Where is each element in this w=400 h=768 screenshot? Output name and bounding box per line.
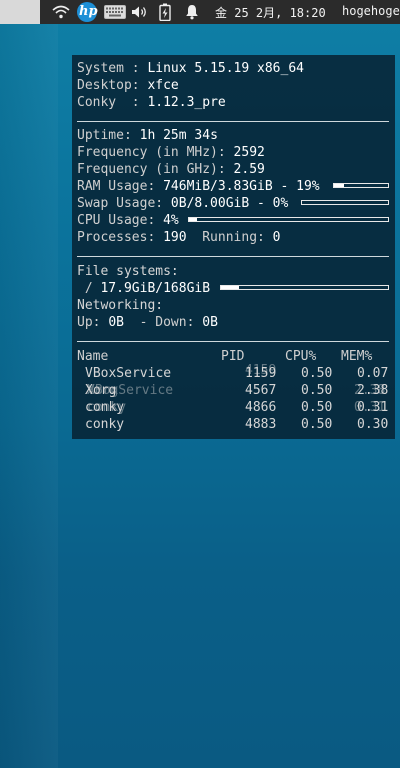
conky-version-line: Conky : 1.12.3_pre xyxy=(77,94,226,111)
battery-charging-icon[interactable] xyxy=(158,3,172,21)
freq-mhz-label: Frequency (in MHz): xyxy=(77,145,234,160)
swap-line: Swap Usage: 0B/8.00GiB - 0% xyxy=(77,195,288,212)
cpu-usage-bar xyxy=(188,217,389,222)
process-pid: 1159 xyxy=(245,366,277,381)
cpu-label: CPU Usage: xyxy=(77,213,164,228)
processes-label: Processes: xyxy=(77,230,164,245)
uptime-line: Uptime: 1h 25m 34s xyxy=(77,127,218,144)
process-mem: 0.30 xyxy=(357,417,389,432)
keyboard-icon[interactable] xyxy=(104,3,126,21)
process-cpu: 0.50 xyxy=(301,383,333,398)
uptime-label: Uptime: xyxy=(77,128,140,143)
conky-label: Conky : xyxy=(77,95,148,110)
volume-icon[interactable] xyxy=(131,3,149,21)
header-pid: PID xyxy=(221,349,245,364)
process-mem: 2.38 xyxy=(357,383,389,398)
running-value: 0 xyxy=(272,230,281,245)
freq-ghz-label: Frequency (in GHz): xyxy=(77,162,234,177)
up-label: Up: xyxy=(77,315,109,330)
notification-bell-icon[interactable] xyxy=(184,3,200,21)
freq-ghz-value: 2.59 xyxy=(233,162,265,177)
hp-logo-text: hp xyxy=(79,4,98,19)
down-value: 0B xyxy=(202,315,218,330)
ram-line: RAM Usage: 746MiB/3.83GiB - 19% xyxy=(77,178,320,195)
header-name: Name xyxy=(77,349,109,364)
cpu-value: 4% xyxy=(163,213,179,228)
process-pid: 4567 xyxy=(245,383,277,398)
desktop-line: Desktop: xfce xyxy=(77,77,179,94)
process-pid: 4883 xyxy=(245,417,277,432)
network-traffic-line: Up: 0B - Down: 0B xyxy=(77,314,218,331)
panel-left-area xyxy=(0,0,40,24)
swap-label: Swap Usage: xyxy=(77,196,171,211)
root-fs-label: / xyxy=(77,281,101,296)
processes-value: 190 xyxy=(163,230,187,245)
panel-clock[interactable]: 金 25 2月, 18:20 xyxy=(215,4,326,21)
system-line: System : Linux 5.15.19 x86_64 xyxy=(77,60,304,77)
hp-logo-icon[interactable]: hp xyxy=(76,2,98,22)
process-name: conky xyxy=(85,400,125,415)
separator-1 xyxy=(77,121,389,122)
processes-line: Processes: 190 Running: 0 xyxy=(77,229,281,246)
header-cpu: CPU% xyxy=(285,349,317,364)
filesystems-title: File systems: xyxy=(77,264,179,279)
panel-username[interactable]: hogehoge xyxy=(342,4,400,18)
running-label: Running: xyxy=(186,230,273,245)
root-fs-usage-bar xyxy=(220,285,389,290)
wifi-icon[interactable] xyxy=(52,3,70,21)
process-name: Xorg xyxy=(85,383,117,398)
root-fs-usage-bar-fill xyxy=(221,286,240,289)
freq-mhz-value: 2592 xyxy=(233,145,265,160)
separator-3 xyxy=(77,341,389,342)
desktop-value: xfce xyxy=(147,78,179,93)
separator-2 xyxy=(77,256,389,257)
ram-value: 746MiB/3.83GiB - 19% xyxy=(163,179,320,194)
root-fs-line: / 17.9GiB/168GiB xyxy=(77,280,210,297)
networking-title: Networking: xyxy=(77,298,164,313)
process-mem: 0.31 xyxy=(357,400,389,415)
process-cpu: 0.50 xyxy=(301,417,333,432)
ram-label: RAM Usage: xyxy=(77,179,164,194)
desktop-label: Desktop: xyxy=(77,78,148,93)
swap-value: 0B/8.00GiB - 0% xyxy=(170,196,289,211)
freq-ghz-line: Frequency (in GHz): 2.59 xyxy=(77,161,265,178)
process-name: conky xyxy=(85,417,125,432)
uptime-value: 1h 25m 34s xyxy=(139,128,218,143)
ram-usage-bar xyxy=(333,183,389,188)
system-value: Linux 5.15.19 x86_64 xyxy=(147,61,304,76)
header-mem: MEM% xyxy=(341,349,373,364)
root-fs-value: 17.9GiB/168GiB xyxy=(100,281,211,296)
down-label: - Down: xyxy=(123,315,203,330)
process-name: VBoxService xyxy=(85,366,172,381)
cpu-line: CPU Usage: 4% xyxy=(77,212,179,229)
ram-usage-bar-fill xyxy=(334,184,345,187)
freq-mhz-line: Frequency (in MHz): 2592 xyxy=(77,144,265,161)
up-value: 0B xyxy=(108,315,124,330)
process-cpu: 0.50 xyxy=(301,366,333,381)
conky-window: System : Linux 5.15.19 x86_64 Desktop: x… xyxy=(72,55,395,439)
process-cpu: 0.50 xyxy=(301,400,333,415)
system-label: System : xyxy=(77,61,148,76)
process-pid: 4866 xyxy=(245,400,277,415)
cpu-usage-bar-fill xyxy=(189,218,197,221)
process-mem: 0.07 xyxy=(357,366,389,381)
top-panel: hp 金 25 2月, 18:20 hogehoge xyxy=(0,0,400,24)
desktop-wallpaper xyxy=(0,24,58,768)
swap-usage-bar xyxy=(301,200,389,205)
conky-value: 1.12.3_pre xyxy=(147,95,226,110)
